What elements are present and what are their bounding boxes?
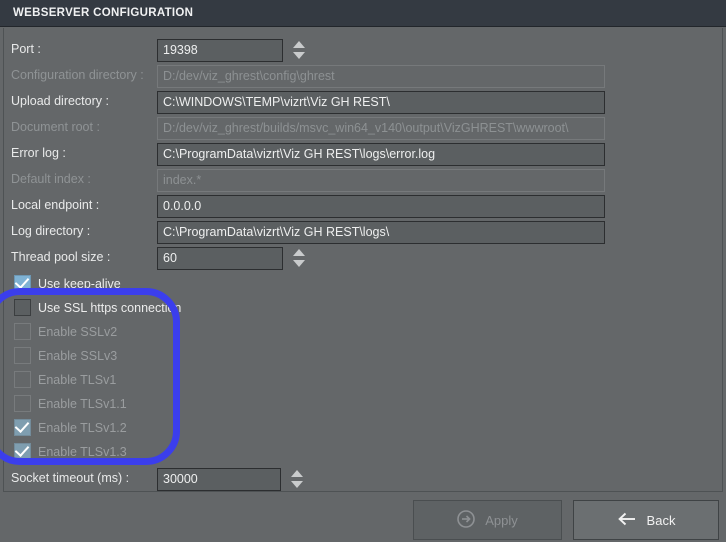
- spinner-up-icon[interactable]: [293, 249, 305, 256]
- field-label: Configuration directory :: [11, 68, 144, 82]
- text-input[interactable]: 60: [157, 247, 283, 270]
- checkbox-unchecked-icon: [14, 347, 31, 364]
- checkbox-label: Enable TLSv1: [38, 373, 117, 387]
- checkbox-unchecked-icon: [14, 323, 31, 340]
- spinner-down-icon[interactable]: [291, 481, 303, 488]
- spinner-stepper[interactable]: [290, 468, 305, 491]
- checkbox-unchecked-icon: [14, 395, 31, 412]
- form-row: Configuration directory : D:/dev/viz_ghre…: [4, 65, 722, 89]
- back-button-label: Back: [646, 512, 676, 528]
- field-label: Upload directory :: [11, 94, 109, 108]
- checkbox-label: Enable TLSv1.2: [38, 421, 127, 435]
- back-button[interactable]: Back: [573, 500, 719, 540]
- text-input[interactable]: 30000: [157, 468, 281, 491]
- text-input[interactable]: C:\WINDOWS\TEMP\vizrt\Viz GH REST\: [157, 91, 605, 114]
- form-row: Thread pool size : 60: [4, 247, 722, 271]
- field-label: Local endpoint :: [11, 198, 100, 212]
- checkbox-label: Use SSL https connection: [38, 301, 182, 315]
- form-row: Default index : index.*: [4, 169, 722, 193]
- apply-button[interactable]: Apply: [413, 500, 562, 540]
- field-label: Socket timeout (ms) :: [11, 471, 130, 485]
- form-row: Upload directory : C:\WINDOWS\TEMP\vizrt\…: [4, 91, 722, 115]
- checkbox-label: Enable TLSv1.1: [38, 397, 127, 411]
- field-label: Default index :: [11, 172, 91, 186]
- checkbox-checked-icon[interactable]: [14, 273, 31, 292]
- checkbox-unchecked-icon: [14, 371, 31, 388]
- checkbox-label: Enable SSLv3: [38, 349, 118, 363]
- arrow-left-icon: [617, 511, 637, 530]
- checkmark-icon: [14, 273, 30, 290]
- apply-button-label: Apply: [485, 512, 518, 528]
- field-label: Thread pool size :: [11, 250, 111, 264]
- checkbox-row: Enable TLSv1.3: [4, 441, 334, 465]
- form-row: Socket timeout (ms) : 30000: [4, 468, 722, 492]
- window-title: WEBSERVER CONFIGURATION: [13, 7, 194, 19]
- field-label: Error log :: [11, 146, 66, 160]
- text-input[interactable]: C:\ProgramData\vizrt\Viz GH REST\logs\: [157, 221, 605, 244]
- settings-panel: Port : 19398 Configuration directory : D:/d…: [3, 28, 723, 492]
- spinner-stepper[interactable]: [292, 247, 307, 270]
- checkmark-icon: [14, 417, 30, 434]
- text-input: D:/dev/viz_ghrest/builds/msvc_win64_v140…: [157, 117, 605, 140]
- field-label: Log directory :: [11, 224, 91, 238]
- checkbox-row: Enable TLSv1.2: [4, 417, 334, 441]
- checkbox-unchecked-icon[interactable]: [14, 299, 31, 316]
- field-label: Document root :: [11, 120, 100, 134]
- text-input[interactable]: 0.0.0.0: [157, 195, 605, 218]
- spinner-up-icon[interactable]: [293, 41, 305, 48]
- checkmark-icon: [14, 441, 30, 458]
- webserver-configuration-window: WEBSERVER CONFIGURATION Port : 19398 Confi…: [0, 0, 726, 542]
- form-row: Document root : D:/dev/viz_ghrest/builds/…: [4, 117, 722, 141]
- checkbox-checked-icon: [14, 441, 31, 460]
- form-row: Log directory : C:\ProgramData\vizrt\Viz …: [4, 221, 722, 245]
- checkbox-row[interactable]: Use keep-alive: [4, 273, 334, 297]
- checkbox-row: Enable TLSv1.1: [4, 393, 334, 417]
- text-input[interactable]: 19398: [157, 39, 283, 62]
- text-input: index.*: [157, 169, 605, 192]
- checkbox-row: Enable SSLv3: [4, 345, 334, 369]
- spinner-down-icon[interactable]: [293, 52, 305, 59]
- checkbox-label: Enable TLSv1.3: [38, 445, 127, 459]
- text-input: D:/dev/viz_ghrest\config\ghrest: [157, 65, 605, 88]
- spinner-up-icon[interactable]: [291, 470, 303, 477]
- spinner-stepper[interactable]: [292, 39, 307, 62]
- window-title-bar: WEBSERVER CONFIGURATION: [0, 0, 726, 27]
- spinner-down-icon[interactable]: [293, 260, 305, 267]
- checkbox-row: Enable SSLv2: [4, 321, 334, 345]
- checkbox-checked-icon: [14, 417, 31, 436]
- checkbox-row[interactable]: Use SSL https connection: [4, 297, 334, 321]
- form-row: Local endpoint : 0.0.0.0: [4, 195, 722, 219]
- checkbox-label: Enable SSLv2: [38, 325, 118, 339]
- arrow-right-circle-icon: [457, 509, 476, 531]
- form-row: Error log : C:\ProgramData\vizrt\Viz GH R…: [4, 143, 722, 167]
- form-row: Port : 19398: [4, 39, 722, 63]
- checkbox-label: Use keep-alive: [38, 277, 121, 291]
- text-input[interactable]: C:\ProgramData\vizrt\Viz GH REST\logs\er…: [157, 143, 605, 166]
- checkbox-row: Enable TLSv1: [4, 369, 334, 393]
- field-label: Port :: [11, 42, 41, 56]
